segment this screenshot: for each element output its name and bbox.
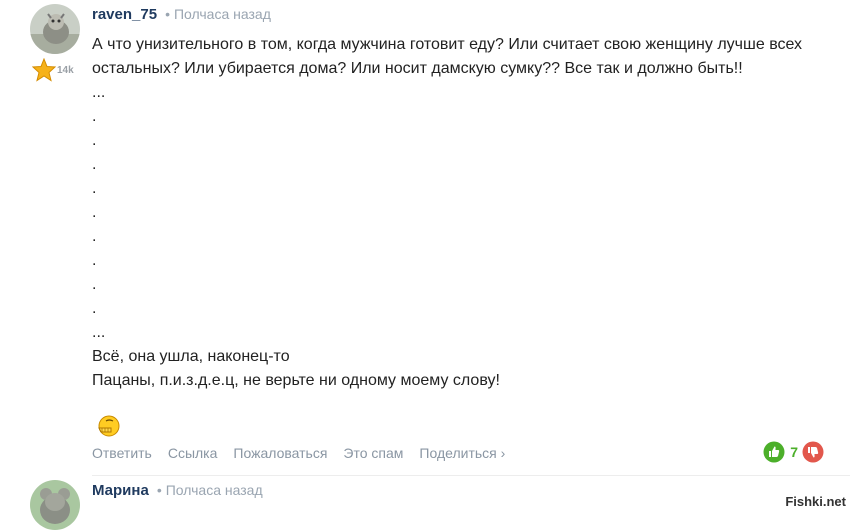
thumbs-up-icon[interactable] xyxy=(763,441,785,463)
comment-text-line: . xyxy=(92,252,97,269)
timestamp: • Полчаса назад xyxy=(165,6,271,22)
comment-body: А что унизительного в том, когда мужчина… xyxy=(92,33,832,393)
rank-star-icon xyxy=(32,58,56,82)
comment-header: Марина • Полчаса назад xyxy=(92,482,263,499)
comment-text-line: Пацаны, п.и.з.д.е.ц, не верьте ни одному… xyxy=(92,372,500,389)
facepalm-smiley-icon xyxy=(98,415,120,437)
comment-header: raven_75 • Полчаса назад xyxy=(92,6,271,23)
reply-link[interactable]: Ответить xyxy=(92,445,152,461)
comment-text-line: . xyxy=(92,228,97,245)
comment-text-line: А что унизительного в том, когда мужчина… xyxy=(92,36,803,77)
comment: Марина • Полчаса назад xyxy=(0,476,850,530)
share-link[interactable]: Поделиться › xyxy=(419,445,505,461)
author-name[interactable]: Марина xyxy=(92,482,149,499)
permalink-link[interactable]: Ссылка xyxy=(168,445,218,461)
comment-text-line: . xyxy=(92,276,97,293)
comment-text-line: . xyxy=(92,204,97,221)
comment: 14k raven_75 • Полчаса назад А что унизит… xyxy=(0,0,850,476)
report-link[interactable]: Пожаловаться xyxy=(233,445,327,461)
spam-link[interactable]: Это спам xyxy=(343,445,403,461)
comment-text-line: Всё, она ушла, наконец-то xyxy=(92,348,290,365)
comment-text-line: ... xyxy=(92,324,106,341)
avatar[interactable] xyxy=(30,480,80,530)
timestamp-text: Полчаса назад xyxy=(173,6,271,22)
timestamp-text: Полчаса назад xyxy=(165,482,263,498)
comment-text-line: . xyxy=(92,132,97,149)
rank-score: 14k xyxy=(57,64,74,76)
comment-text-line: . xyxy=(92,108,97,125)
comment-text-line: . xyxy=(92,156,97,173)
avatar[interactable] xyxy=(30,4,80,54)
user-rank: 14k xyxy=(32,58,74,82)
comment-text-line: . xyxy=(92,180,97,197)
comment-text-line: ... xyxy=(92,84,106,101)
site-watermark: Fishki.net xyxy=(785,494,846,509)
comment-text-line: . xyxy=(92,300,97,317)
thumbs-down-icon[interactable] xyxy=(802,441,824,463)
vote-controls: 7 xyxy=(763,441,824,463)
comment-actions: Ответить Ссылка Пожаловаться Это спам По… xyxy=(92,445,521,461)
timestamp: • Полчаса назад xyxy=(156,482,263,498)
vote-count: 7 xyxy=(790,444,798,460)
author-name[interactable]: raven_75 xyxy=(92,6,157,23)
